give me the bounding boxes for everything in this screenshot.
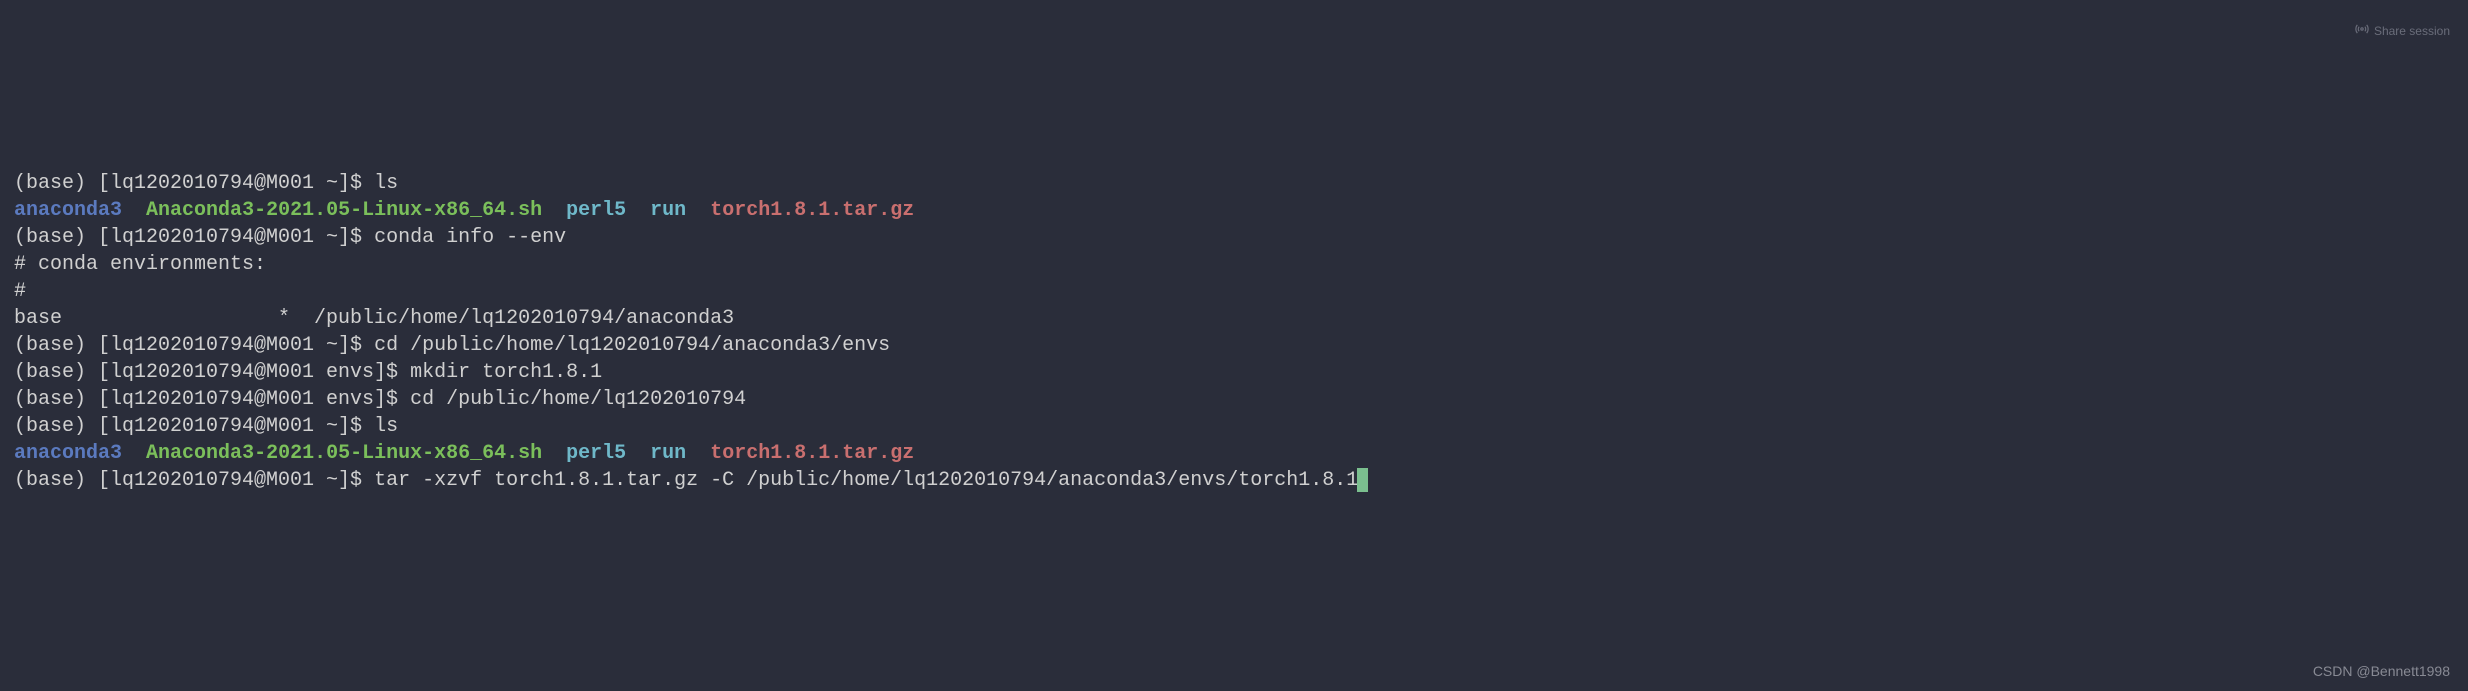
- dir-entry: run: [650, 199, 686, 222]
- prompt-text: (base) [lq1202010794@M001 ~]$: [14, 415, 374, 438]
- prompt-text: (base) [lq1202010794@M001 ~]$: [14, 226, 374, 249]
- prompt-line: (base) [lq1202010794@M001 envs]$ cd /pub…: [14, 386, 2454, 413]
- share-session-label: Share session: [2374, 23, 2450, 39]
- prompt-line: (base) [lq1202010794@M001 ~]$ ls: [14, 170, 2454, 197]
- command-text: ls: [374, 172, 398, 195]
- prompt-text: (base) [lq1202010794@M001 envs]$: [14, 361, 410, 384]
- broadcast-icon: [2342, 6, 2369, 57]
- file-entry: Anaconda3-2021.05-Linux-x86_64.sh: [146, 442, 542, 465]
- prompt-text: (base) [lq1202010794@M001 envs]$: [14, 388, 410, 411]
- dir-entry: perl5: [566, 199, 626, 222]
- command-text: mkdir torch1.8.1: [410, 361, 602, 384]
- dir-entry: run: [650, 442, 686, 465]
- command-text: cd /public/home/lq1202010794: [410, 388, 746, 411]
- dir-entry: anaconda3: [14, 199, 122, 222]
- prompt-line: (base) [lq1202010794@M001 ~]$ tar -xzvf …: [14, 467, 2454, 494]
- command-text: tar -xzvf torch1.8.1.tar.gz -C /public/h…: [374, 469, 1358, 492]
- prompt-line: (base) [lq1202010794@M001 ~]$ cd /public…: [14, 332, 2454, 359]
- command-text: ls: [374, 415, 398, 438]
- ls-output-line: anaconda3 Anaconda3-2021.05-Linux-x86_64…: [14, 440, 2454, 467]
- watermark-text: CSDN @Bennett1998: [2313, 662, 2450, 681]
- dir-entry: anaconda3: [14, 442, 122, 465]
- terminal-output[interactable]: (base) [lq1202010794@M001 ~]$ lsanaconda…: [14, 170, 2454, 494]
- file-entry: Anaconda3-2021.05-Linux-x86_64.sh: [146, 199, 542, 222]
- prompt-text: (base) [lq1202010794@M001 ~]$: [14, 469, 374, 492]
- ls-output-line: anaconda3 Anaconda3-2021.05-Linux-x86_64…: [14, 197, 2454, 224]
- command-text: cd /public/home/lq1202010794/anaconda3/e…: [374, 334, 890, 357]
- dir-entry: perl5: [566, 442, 626, 465]
- archive-entry: torch1.8.1.tar.gz: [710, 199, 914, 222]
- prompt-line: (base) [lq1202010794@M001 envs]$ mkdir t…: [14, 359, 2454, 386]
- command-text: conda info --env: [374, 226, 566, 249]
- prompt-line: (base) [lq1202010794@M001 ~]$ conda info…: [14, 224, 2454, 251]
- prompt-text: (base) [lq1202010794@M001 ~]$: [14, 334, 374, 357]
- output-line: #: [14, 278, 2454, 305]
- prompt-text: (base) [lq1202010794@M001 ~]$: [14, 172, 374, 195]
- output-line: base * /public/home/lq1202010794/anacond…: [14, 305, 2454, 332]
- prompt-line: (base) [lq1202010794@M001 ~]$ ls: [14, 413, 2454, 440]
- share-session-button[interactable]: Share session: [2342, 6, 2450, 57]
- terminal-cursor: [1357, 468, 1368, 492]
- output-line: # conda environments:: [14, 251, 2454, 278]
- archive-entry: torch1.8.1.tar.gz: [710, 442, 914, 465]
